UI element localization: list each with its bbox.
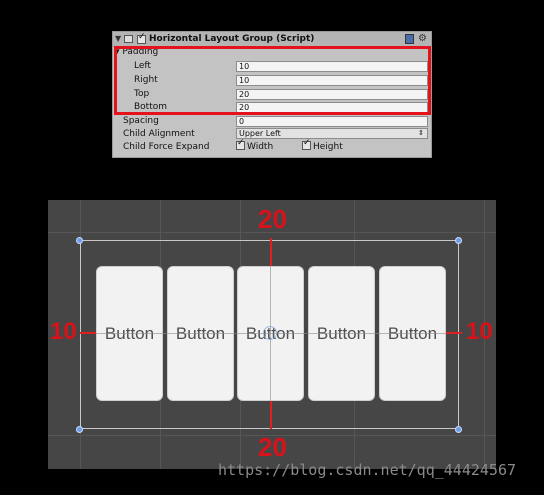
right-padding-arrow-icon bbox=[446, 332, 462, 334]
foldout-arrow-icon[interactable]: ▼ bbox=[115, 34, 121, 43]
help-book-icon[interactable] bbox=[405, 34, 414, 44]
top-padding-annotation: 20 bbox=[258, 204, 287, 234]
child-alignment-dropdown[interactable]: Upper Left ⇕ bbox=[236, 128, 428, 139]
bottom-padding-arrow-icon bbox=[270, 401, 272, 429]
expand-width-checkbox[interactable]: ✓ bbox=[236, 138, 245, 150]
component-enabled-checkbox[interactable]: ✓ bbox=[137, 32, 146, 44]
corner-handle-bottom-right[interactable] bbox=[455, 426, 462, 433]
scene-view[interactable]: Button Button Button Button Button 20 20… bbox=[48, 200, 496, 469]
corner-handle-bottom-left[interactable] bbox=[76, 426, 83, 433]
checkmark-icon: ✓ bbox=[237, 138, 245, 148]
pivot-icon[interactable] bbox=[263, 326, 277, 340]
child-force-expand-label: Child Force Expand bbox=[123, 142, 210, 152]
spacing-field[interactable]: 0 bbox=[236, 116, 428, 127]
component-title: Horizontal Layout Group (Script) bbox=[149, 34, 315, 44]
right-padding-annotation: 10 bbox=[466, 318, 493, 345]
top-padding-arrow-icon bbox=[270, 238, 272, 266]
expand-height-label: Height bbox=[313, 142, 343, 152]
child-alignment-value: Upper Left bbox=[239, 129, 281, 138]
corner-handle-top-right[interactable] bbox=[455, 237, 462, 244]
left-padding-arrow-icon bbox=[80, 332, 96, 334]
expand-height-checkbox[interactable]: ✓ bbox=[302, 138, 311, 150]
watermark-url: https://blog.csdn.net/qq_44424567 bbox=[218, 461, 517, 479]
spacing-label: Spacing bbox=[123, 116, 159, 126]
expand-width-label: Width bbox=[247, 142, 274, 152]
gear-icon[interactable]: ⚙ bbox=[418, 33, 427, 44]
left-padding-annotation: 10 bbox=[50, 318, 77, 345]
checkmark-icon: ✓ bbox=[303, 138, 311, 148]
checkmark-icon: ✓ bbox=[138, 32, 146, 42]
child-alignment-label: Child Alignment bbox=[123, 129, 195, 139]
padding-highlight-box bbox=[114, 46, 431, 115]
corner-handle-top-left[interactable] bbox=[76, 237, 83, 244]
bottom-padding-annotation: 20 bbox=[258, 432, 287, 462]
dropdown-arrows-icon: ⇕ bbox=[418, 129, 424, 137]
expand-height-toggle[interactable]: ✓ Height bbox=[302, 138, 343, 152]
expand-width-toggle[interactable]: ✓ Width bbox=[236, 138, 274, 152]
layout-component-icon bbox=[124, 35, 133, 43]
component-header[interactable]: ▼ ✓ Horizontal Layout Group (Script) ⚙ bbox=[113, 32, 431, 47]
